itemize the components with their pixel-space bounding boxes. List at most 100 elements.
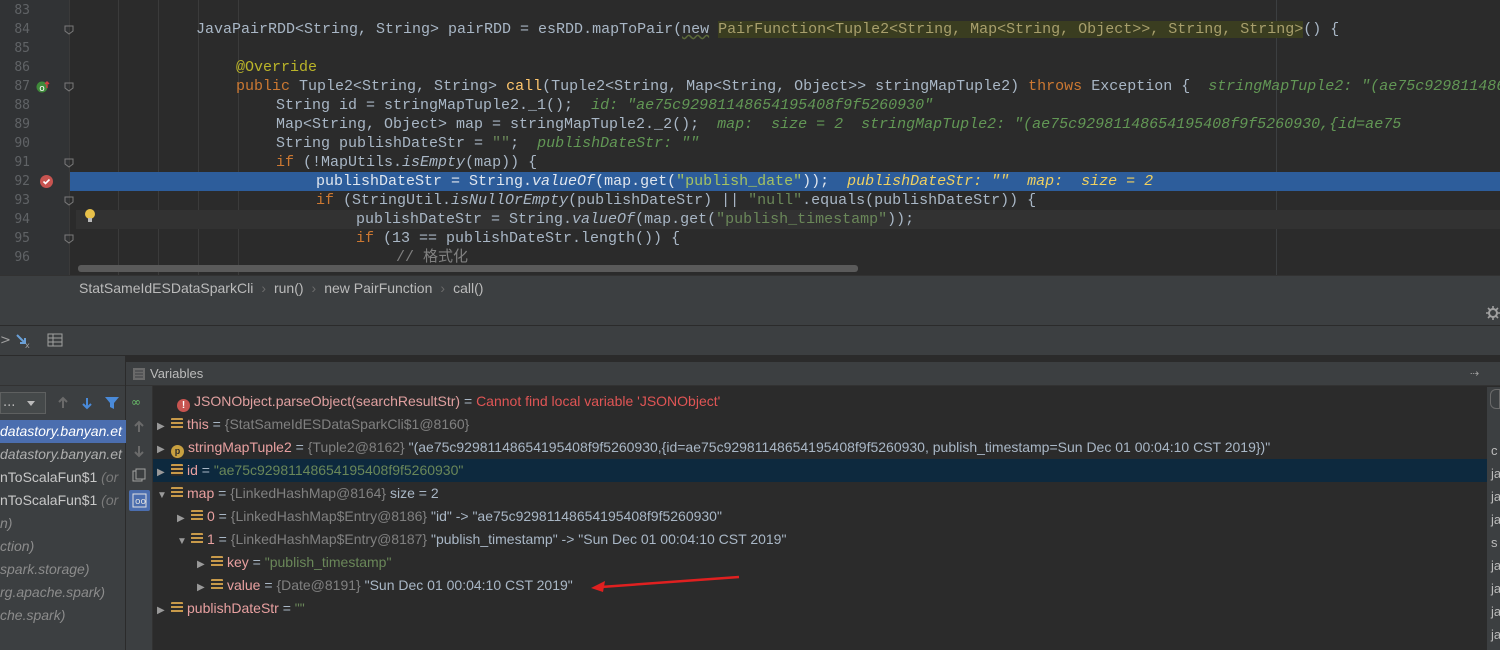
code-line-84[interactable]: JavaPairRDD<String, String> pairRDD = es… <box>76 20 1500 39</box>
breadcrumb-item[interactable]: call() <box>453 280 483 296</box>
watch-item[interactable]: c <box>1491 443 1498 458</box>
evaluate-table-icon[interactable] <box>47 333 63 347</box>
watch-item[interactable]: ja <box>1491 581 1500 596</box>
variable-value: "(ae75c92981148654195408f9f5260930,{id=a… <box>404 439 1271 455</box>
horizontal-scrollbar[interactable] <box>78 265 858 272</box>
variable-value: size = 2 <box>386 485 439 501</box>
watch-item[interactable]: ja <box>1491 512 1500 527</box>
code-line-87[interactable]: public Tuple2<String, String> call(Tuple… <box>76 77 1500 96</box>
breadcrumb-item[interactable]: run() <box>274 280 304 296</box>
code-text: () { <box>1303 21 1340 38</box>
filter-icon[interactable] <box>104 396 120 410</box>
error-message: Cannot find local variable 'JSONObject' <box>476 393 721 409</box>
breadcrumb-item[interactable]: new PairFunction <box>324 280 432 296</box>
variable-separator: = <box>197 462 214 478</box>
expand-arrow-icon[interactable]: ▶ <box>197 576 207 599</box>
debug-panel-header <box>0 300 1500 326</box>
chevron-down-icon <box>27 401 35 406</box>
code-line-94[interactable]: publishDateStr = String.valueOf(map.get(… <box>76 210 1500 229</box>
breadcrumb: StatSameIdESDataSparkCli › run() › new PairF… <box>0 275 1500 300</box>
current-execution-line[interactable]: publishDateStr = String.valueOf(map.get(… <box>70 172 1500 191</box>
frame-item[interactable]: datastory.banyan.et <box>0 420 126 443</box>
frame-item[interactable]: rg.apache.spark) <box>0 581 126 604</box>
watch-expression: JSONObject.parseObject(searchResultStr) <box>194 393 461 409</box>
override-method-icon[interactable]: o <box>36 80 50 94</box>
frame-item[interactable]: datastory.banyan.et <box>0 443 126 466</box>
restore-layout-icon[interactable]: ⇢ <box>1470 362 1479 386</box>
code-line-86[interactable]: @Override <box>76 58 1500 77</box>
code-line-93[interactable]: if (StringUtil.isNullOrEmpty(publishDate… <box>76 191 1500 210</box>
thread-select[interactable]: ... <box>0 392 46 414</box>
code-text: (map.get( <box>635 211 717 228</box>
variable-row[interactable]: ▶ this = {StatSameIdESDataSparkCli$1@8160… <box>153 413 1487 436</box>
breakpoint-icon[interactable] <box>39 174 54 189</box>
variable-row[interactable]: ▶ id = "ae75c92981148654195408f9f5260930" <box>153 459 1487 482</box>
variable-separator: = <box>248 554 265 570</box>
frame-item[interactable]: nToScalaFun$1 (or <box>0 489 126 512</box>
gear-icon[interactable] <box>1486 306 1500 320</box>
variable-row[interactable]: ▶ key = "publish_timestamp" <box>153 551 1487 574</box>
code-line-88[interactable]: String id = stringMapTuple2._1(); id: "a… <box>76 96 1500 115</box>
variable-separator: = <box>214 531 231 547</box>
arrow-up-icon[interactable] <box>132 420 146 434</box>
frame-item[interactable]: n) <box>0 512 126 535</box>
add-watch-icon[interactable]: ∞ <box>131 394 149 410</box>
expand-arrow-icon[interactable]: ▶ <box>157 599 167 622</box>
frame-item[interactable]: nToScalaFun$1 (or <box>0 466 126 489</box>
watch-item[interactable]: ja <box>1491 604 1500 619</box>
frame-item[interactable]: ction) <box>0 535 126 558</box>
fold-icon[interactable] <box>63 81 75 93</box>
variable-row[interactable]: ▶ value = {Date@8191} "Sun Dec 01 00:04:1… <box>153 574 1487 597</box>
expand-arrow-icon[interactable]: ▶ <box>157 461 167 484</box>
variables-tree[interactable]: ! JSONObject.parseObject(searchResultStr)… <box>153 387 1487 650</box>
variable-type: {Tuple2@8162} <box>307 439 405 455</box>
variable-row[interactable]: ▶ 0 = {LinkedHashMap$Entry@8186} "id" -> … <box>153 505 1487 528</box>
variable-row[interactable]: ▼ map = {LinkedHashMap@8164} size = 2 <box>153 482 1487 505</box>
watch-item[interactable]: ja <box>1491 466 1500 481</box>
field-icon <box>171 418 183 430</box>
expand-arrow-icon[interactable]: ▶ <box>177 507 187 530</box>
variable-row[interactable]: ▶ publishDateStr = "" <box>153 597 1487 620</box>
code-text: (publishDateStr) || <box>568 192 749 209</box>
show-types-toggle[interactable]: oo <box>129 490 150 511</box>
code-line-95[interactable]: if (13 == publishDateStr.length()) { <box>76 229 1500 248</box>
lightbulb-icon[interactable] <box>83 208 97 224</box>
code-line-90[interactable]: String publishDateStr = ""; publishDateS… <box>76 134 1500 153</box>
collapse-arrow-icon[interactable]: ▼ <box>157 484 167 507</box>
code-line-91[interactable]: if (!MapUtils.isEmpty(map)) { <box>76 153 1500 172</box>
arrow-down-icon[interactable] <box>80 396 94 410</box>
watch-item[interactable]: s <box>1491 535 1498 550</box>
variable-row[interactable]: ! JSONObject.parseObject(searchResultStr)… <box>153 390 1487 413</box>
variable-name: stringMapTuple2 <box>188 439 292 455</box>
frame-item[interactable]: spark.storage) <box>0 558 126 581</box>
code-string: "null" <box>748 192 803 209</box>
field-icon <box>191 533 203 545</box>
variable-row[interactable]: ▼ 1 = {LinkedHashMap$Entry@8187} "publish… <box>153 528 1487 551</box>
svg-text:x: x <box>25 341 30 349</box>
collapse-arrow-icon[interactable]: ▼ <box>177 530 187 553</box>
copy-icon[interactable] <box>132 468 146 482</box>
variable-name: 1 <box>207 531 215 547</box>
arrow-down-icon[interactable] <box>132 444 146 458</box>
drop-frame-icon[interactable]: x <box>15 333 31 349</box>
watch-item[interactable]: ja <box>1491 489 1500 504</box>
variable-separator: = <box>214 508 231 524</box>
variable-type: {Date@8191} <box>276 577 361 593</box>
variable-row[interactable]: ▶ p stringMapTuple2 = {Tuple2@8162} "(ae75… <box>153 436 1487 459</box>
step-over-icon[interactable]: > <box>0 333 11 348</box>
fold-icon[interactable] <box>63 157 75 169</box>
fold-icon[interactable] <box>63 195 75 207</box>
fold-icon[interactable] <box>63 233 75 245</box>
variable-name: map <box>187 485 215 501</box>
expand-arrow-icon[interactable]: ▶ <box>157 438 167 461</box>
fold-icon[interactable] <box>63 24 75 36</box>
code-editor[interactable]: 83 84 85 86 87 88 89 90 91 92 93 94 95 9… <box>0 0 1500 275</box>
breadcrumb-item[interactable]: StatSameIdESDataSparkCli <box>79 280 253 296</box>
code-line-89[interactable]: Map<String, Object> map = stringMapTuple… <box>76 115 1500 134</box>
expand-arrow-icon[interactable]: ▶ <box>197 553 207 576</box>
watch-item[interactable]: ja <box>1491 627 1500 642</box>
arrow-up-icon[interactable] <box>56 396 70 410</box>
expand-arrow-icon[interactable]: ▶ <box>157 415 167 438</box>
frame-item[interactable]: che.spark) <box>0 604 126 627</box>
watch-item[interactable]: ja <box>1491 558 1500 573</box>
